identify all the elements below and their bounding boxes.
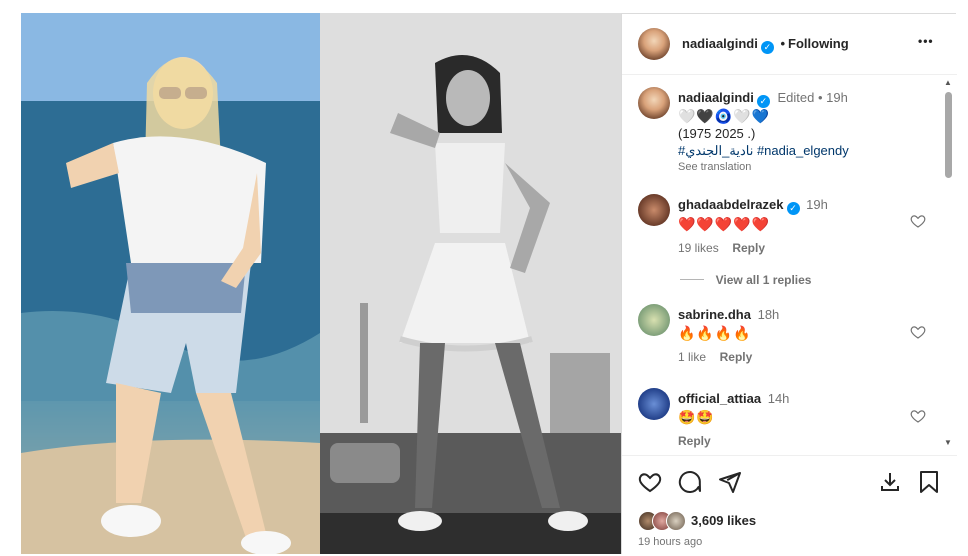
verified-badge-icon: ✓ <box>760 41 774 54</box>
following-button[interactable]: Following <box>788 36 849 51</box>
caption-time[interactable]: 19h <box>826 90 848 105</box>
comment-likes[interactable]: 19 likes <box>678 241 719 255</box>
post-media[interactable] <box>21 13 621 554</box>
comments-list[interactable]: nadiaalgindi ✓ Edited • 19h 🤍🖤🧿🤍💙 (1975 2… <box>622 75 957 455</box>
comment-item: official_attiaa 14h 🤩🤩 Reply <box>678 390 918 450</box>
reply-button[interactable]: Reply <box>732 241 765 255</box>
comment-avatar[interactable] <box>638 304 670 336</box>
more-options-icon[interactable]: ••• <box>918 34 934 48</box>
view-replies-button[interactable]: View all 1 replies <box>716 273 812 287</box>
author-avatar[interactable] <box>638 28 670 60</box>
comment-text: 🤩🤩 <box>678 409 715 425</box>
post-actions: 3,609 likes 19 hours ago <box>622 455 957 556</box>
author-username[interactable]: nadiaalgindi <box>682 36 758 51</box>
save-bookmark-icon[interactable] <box>918 470 940 494</box>
separator-dot: • <box>780 36 786 51</box>
comment-username[interactable]: ghadaabdelrazek <box>678 197 784 212</box>
heart-icon[interactable] <box>910 324 926 340</box>
comment-time[interactable]: 14h <box>768 391 790 406</box>
photo-bw-woman-city <box>320 13 621 554</box>
replies-divider <box>680 279 704 280</box>
heart-icon[interactable] <box>910 408 926 424</box>
comment-time[interactable]: 19h <box>806 197 828 212</box>
caption-years: (1975 2025 .) <box>678 126 756 141</box>
comment-item: ghadaabdelrazek ✓ 19h ❤️❤️❤️❤️❤️ 19 likes… <box>678 196 918 289</box>
comment-item: sabrine.dha 18h 🔥🔥🔥🔥 1 like Reply <box>678 306 918 366</box>
heart-icon[interactable] <box>910 213 926 229</box>
reply-button[interactable]: Reply <box>678 434 711 448</box>
comments-scrollbar[interactable]: ▲ ▼ <box>941 78 955 458</box>
see-translation-link[interactable]: See translation <box>678 159 928 176</box>
caption-emojis: 🤍🖤🧿🤍💙 <box>678 108 771 124</box>
post-timestamp[interactable]: 19 hours ago <box>638 536 702 548</box>
hashtag-english[interactable]: #nadia_elgendy <box>757 143 849 158</box>
comment-avatar[interactable] <box>638 194 670 226</box>
post-header: nadiaalgindi ✓ • Following ••• <box>622 14 957 75</box>
comment-bubble-icon[interactable] <box>678 470 702 494</box>
caption-block: nadiaalgindi ✓ Edited • 19h 🤍🖤🧿🤍💙 (1975 2… <box>678 89 928 176</box>
author-line: nadiaalgindi ✓ • Following <box>682 36 849 54</box>
reply-button[interactable]: Reply <box>720 350 753 364</box>
verified-badge-icon: ✓ <box>786 202 800 215</box>
post-side-panel: nadiaalgindi ✓ • Following ••• nadiaalgind… <box>621 13 957 556</box>
share-send-icon[interactable] <box>718 470 742 494</box>
photo-right-illustration <box>320 13 621 554</box>
verified-badge-icon: ✓ <box>756 95 770 108</box>
likes-count[interactable]: 3,609 likes <box>691 513 756 528</box>
scroll-up-arrow-icon[interactable]: ▲ <box>944 78 952 87</box>
photo-left-illustration <box>21 13 320 554</box>
download-icon[interactable] <box>878 470 902 494</box>
comment-username[interactable]: sabrine.dha <box>678 307 751 322</box>
comment-avatar[interactable] <box>638 388 670 420</box>
comment-text: 🔥🔥🔥🔥 <box>678 325 752 341</box>
scrollbar-thumb[interactable] <box>945 92 952 178</box>
hashtag-arabic[interactable]: #نادية_الجندي <box>678 143 753 158</box>
liker-avatar <box>666 511 686 531</box>
liked-by-avatars[interactable] <box>638 511 688 531</box>
comment-username[interactable]: official_attiaa <box>678 391 761 406</box>
caption-avatar[interactable] <box>638 87 670 119</box>
scroll-down-arrow-icon[interactable]: ▼ <box>944 438 952 447</box>
separator-dot: • <box>817 90 827 105</box>
edited-label: Edited <box>777 90 815 105</box>
comment-time[interactable]: 18h <box>758 307 780 322</box>
photo-color-woman-beach <box>21 13 320 554</box>
like-heart-icon[interactable] <box>638 470 662 494</box>
caption-username[interactable]: nadiaalgindi <box>678 90 754 105</box>
comment-text: ❤️❤️❤️❤️❤️ <box>678 216 771 232</box>
comment-likes[interactable]: 1 like <box>678 350 706 364</box>
